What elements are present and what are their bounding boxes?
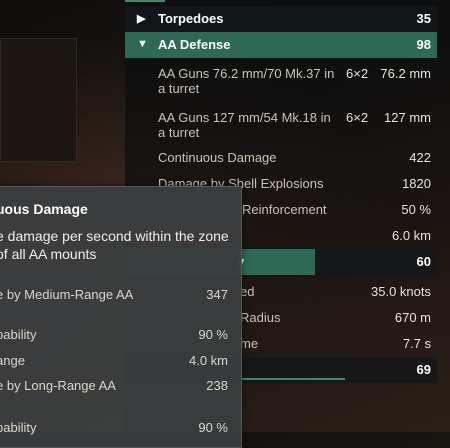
- section-label: AA Defense: [158, 37, 231, 52]
- aa-gun-caliber: 76.2 mm: [380, 66, 431, 81]
- stat-label: me: [240, 336, 259, 351]
- tooltip-row-label: ange: [0, 353, 25, 368]
- tooltip-row-value: 238: [206, 378, 228, 393]
- tooltip-description: e damage per second within the zone of a…: [0, 228, 229, 262]
- stat-label: Reinforcement: [242, 202, 327, 217]
- stat-value: 35.0 knots: [371, 284, 431, 299]
- aa-gun-caliber: 127 mm: [384, 110, 431, 125]
- tooltip-title: uous Damage: [0, 201, 88, 217]
- aa-gun-count: 6×2: [346, 110, 369, 125]
- aa-gun-count: 6×2: [346, 66, 369, 81]
- tooltip-row-value: 4.0 km: [188, 353, 228, 368]
- stat-value: 6.0 km: [391, 228, 431, 243]
- aa-gun-row: AA Guns 127 mm/54 Mk.18 in a turret 6×2 …: [125, 104, 437, 144]
- tooltip-row-label: pability: [0, 327, 37, 342]
- progress-bar: [125, 0, 165, 2]
- section-torpedoes[interactable]: ▶ Torpedoes 35: [125, 6, 437, 32]
- stat-value: 422: [409, 150, 431, 165]
- tooltip-row-value: 90 %: [198, 420, 228, 435]
- section-value: 69: [416, 362, 431, 377]
- stat-value: 1820: [402, 176, 431, 191]
- stat-value: 50 %: [401, 202, 431, 217]
- section-value: 60: [416, 254, 431, 269]
- chevron-down-icon: ▼: [137, 38, 148, 50]
- tooltip-row-value: 347: [206, 287, 228, 302]
- section-value: 98: [416, 37, 431, 52]
- stat-label: Radius: [240, 310, 281, 325]
- tooltip-row-label: e by Long-Range AA: [0, 378, 116, 393]
- section-aa-defense[interactable]: ▼ AA Defense 98: [125, 32, 437, 58]
- stat-continuous-damage[interactable]: Continuous Damage 422: [125, 145, 437, 171]
- stat-value: 7.7 s: [402, 336, 431, 351]
- aa-gun-row: AA Guns 76.2 mm/70 Mk.37 in a turret 6×2…: [125, 60, 437, 100]
- aa-gun-name: AA Guns 76.2 mm/70 Mk.37 in a turret: [158, 66, 335, 96]
- progress-bar: [240, 378, 345, 380]
- aa-gun-name: AA Guns 127 mm/54 Mk.18 in a turret: [158, 110, 331, 140]
- section-value: 35: [416, 11, 431, 26]
- tooltip-row-label: pability: [0, 420, 37, 435]
- section-maneuverability-value: 60: [315, 249, 437, 275]
- tooltip: uous Damage e damage per second within t…: [0, 186, 242, 448]
- tooltip-row-value: 90 %: [198, 327, 228, 342]
- background-panel: [0, 38, 77, 162]
- stat-label: Continuous Damage: [158, 150, 277, 165]
- stat-value: 670 m: [394, 310, 431, 325]
- chevron-right-icon: ▶: [137, 13, 146, 25]
- section-label: Torpedoes: [158, 11, 224, 26]
- stat-label: ed: [240, 284, 255, 299]
- tooltip-row-label: e by Medium-Range AA: [0, 287, 134, 302]
